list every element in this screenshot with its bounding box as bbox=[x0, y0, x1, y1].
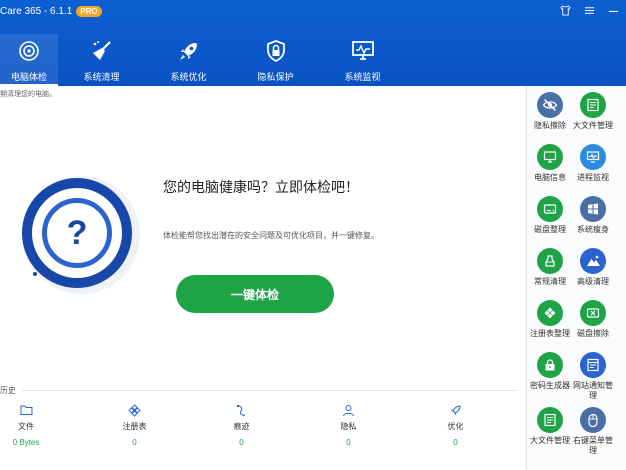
tool-label: 右键菜单管理 bbox=[573, 436, 613, 455]
pro-badge: PRO bbox=[76, 5, 102, 17]
tool-label: 系统瘦身 bbox=[577, 225, 609, 234]
lock-shield-icon bbox=[263, 38, 289, 64]
file-list-icon bbox=[537, 407, 563, 433]
tool-disk-erase[interactable]: 磁盘擦除 bbox=[571, 300, 615, 339]
pc-info-icon bbox=[537, 144, 563, 170]
app-title-text: Care 365 - 6.1.1 bbox=[0, 5, 73, 17]
stat-registry: 注册表 0 bbox=[81, 403, 188, 447]
stat-label: 文件 bbox=[18, 422, 34, 431]
tool-label: 大文件管理 bbox=[573, 121, 613, 130]
monitor-wave-icon bbox=[580, 144, 606, 170]
tool-pc-info[interactable]: 电脑信息 bbox=[528, 144, 572, 183]
eye-off-icon bbox=[537, 92, 563, 118]
tool-process-monitor[interactable]: 进程监视 bbox=[571, 144, 615, 183]
minimize-icon[interactable] bbox=[606, 3, 620, 17]
tool-label: 进程监视 bbox=[577, 173, 609, 182]
window-controls bbox=[558, 3, 620, 17]
tab-label: 系统监视 bbox=[344, 72, 381, 82]
stat-traces: 痕迹 0 bbox=[188, 403, 295, 447]
stat-files: 文件 0 Bytes bbox=[0, 403, 52, 447]
hint-text: 期清理您的电脑。 bbox=[0, 91, 56, 98]
tool-label: 网站通知管理 bbox=[573, 381, 613, 400]
skin-icon[interactable] bbox=[558, 3, 572, 17]
rocket-icon bbox=[176, 38, 202, 64]
user-icon bbox=[342, 403, 356, 417]
stat-label: 优化 bbox=[447, 422, 464, 431]
decor-dot bbox=[124, 240, 130, 246]
disk-erase-icon bbox=[580, 300, 606, 326]
rocket-icon bbox=[449, 403, 463, 417]
tab-system-monitor[interactable]: 系统监视 bbox=[319, 34, 406, 86]
menu-icon[interactable] bbox=[582, 3, 596, 17]
broom-icon bbox=[89, 38, 115, 64]
tool-label: 常规清理 bbox=[534, 277, 566, 286]
stat-value: 0 bbox=[239, 438, 244, 447]
tab-label: 系统优化 bbox=[170, 72, 207, 82]
tool-large-file-manager[interactable]: 大文件管理 bbox=[571, 92, 615, 131]
clean-icon bbox=[537, 248, 563, 274]
tab-system-optimize[interactable]: 系统优化 bbox=[145, 34, 232, 86]
stat-privacy: 隐私 0 bbox=[295, 403, 402, 447]
tab-system-clean[interactable]: 系统清理 bbox=[58, 34, 145, 86]
tool-password-generator[interactable]: 密码生成器 bbox=[528, 352, 572, 391]
trace-icon bbox=[235, 403, 249, 417]
decor-dot bbox=[33, 272, 37, 276]
one-click-checkup-button[interactable]: 一键体检 bbox=[176, 275, 334, 313]
tool-label: 隐私擦除 bbox=[534, 121, 566, 130]
tool-disk-defrag[interactable]: 磁盘整理 bbox=[528, 196, 572, 235]
tool-label: 注册表整理 bbox=[530, 329, 570, 338]
tool-label: 大文件管理 bbox=[530, 436, 570, 445]
main-nav: 电脑体检 系统清理 系统优化 隐私保护 系统监视 bbox=[0, 34, 410, 86]
page-subtext: 体检能帮您找出潜在的安全问题及可优化项目，并一键修复。 bbox=[163, 231, 379, 240]
tab-label: 电脑体检 bbox=[10, 72, 47, 82]
tool-advanced-clean[interactable]: 高级清理 bbox=[571, 248, 615, 287]
target-icon bbox=[16, 38, 42, 64]
tool-label: 磁盘整理 bbox=[534, 225, 566, 234]
mouse-icon bbox=[580, 407, 606, 433]
tab-pc-checkup[interactable]: 电脑体检 bbox=[0, 34, 58, 86]
stat-label: 痕迹 bbox=[233, 422, 250, 431]
tab-privacy-protect[interactable]: 隐私保护 bbox=[232, 34, 319, 86]
password-icon bbox=[537, 352, 563, 378]
history-label: 历史 bbox=[0, 386, 16, 395]
tool-site-notification-manager[interactable]: 网站通知管理 bbox=[571, 352, 615, 401]
tool-system-slim[interactable]: 系统瘦身 bbox=[571, 196, 615, 235]
stat-value: 0 Bytes bbox=[12, 438, 40, 447]
top-bar: Care 365 - 6.1.1 PRO 电脑体检 系统清理 系统优化 隐私保护… bbox=[0, 0, 626, 86]
mountain-icon bbox=[580, 248, 606, 274]
tool-large-file-manager-2[interactable]: 大文件管理 bbox=[528, 407, 572, 446]
stat-optimize: 优化 0 bbox=[402, 403, 509, 447]
notification-icon bbox=[580, 352, 606, 378]
stat-label: 注册表 bbox=[122, 422, 147, 431]
history-divider bbox=[22, 390, 517, 391]
tool-label: 高级清理 bbox=[577, 277, 609, 286]
disk-icon bbox=[537, 196, 563, 222]
stat-value: 0 bbox=[346, 438, 351, 447]
tool-privacy-erase[interactable]: 隐私擦除 bbox=[528, 92, 572, 131]
folder-icon bbox=[19, 403, 33, 417]
stat-value: 0 bbox=[132, 438, 137, 447]
tab-label: 隐私保护 bbox=[257, 72, 294, 82]
tool-label: 电脑信息 bbox=[534, 173, 566, 182]
tab-label: 系统清理 bbox=[83, 72, 120, 82]
tool-label: 磁盘擦除 bbox=[577, 329, 609, 338]
tool-regular-clean[interactable]: 常规清理 bbox=[528, 248, 572, 287]
history-stats: 文件 0 Bytes 注册表 0 痕迹 0 隐私 0 优化 0 bbox=[0, 403, 520, 447]
registry-icon bbox=[537, 300, 563, 326]
registry-icon bbox=[128, 403, 142, 417]
question-mark-icon: ? bbox=[42, 198, 112, 268]
file-list-icon bbox=[580, 92, 606, 118]
window-title: Care 365 - 6.1.1 PRO bbox=[0, 4, 102, 18]
monitor-icon bbox=[350, 38, 376, 64]
tool-registry-defrag[interactable]: 注册表整理 bbox=[528, 300, 572, 339]
page-headline: 您的电脑健康吗？立即体检吧！ bbox=[163, 179, 359, 195]
stat-value: 0 bbox=[453, 438, 458, 447]
tool-label: 密码生成器 bbox=[530, 381, 570, 390]
stat-label: 隐私 bbox=[340, 422, 357, 431]
windows-icon bbox=[580, 196, 606, 222]
tool-context-menu-manager[interactable]: 右键菜单管理 bbox=[571, 407, 615, 456]
